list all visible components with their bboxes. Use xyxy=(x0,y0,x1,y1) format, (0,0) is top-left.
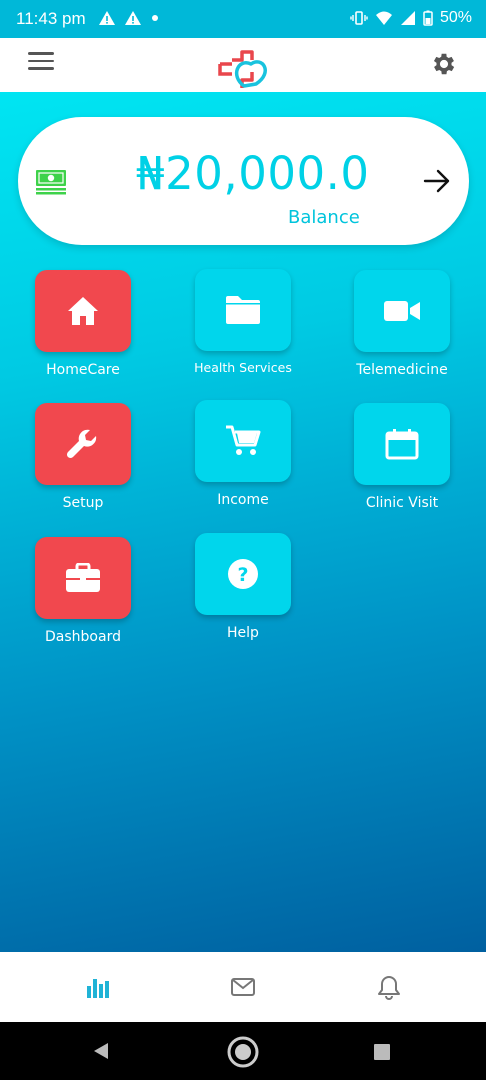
wrench-icon xyxy=(66,429,97,459)
tile-setup[interactable] xyxy=(35,403,131,485)
hamburger-menu-icon[interactable] xyxy=(28,52,54,74)
warning-icon xyxy=(99,11,115,25)
back-icon[interactable] xyxy=(91,1041,111,1061)
notification-icons xyxy=(98,10,160,26)
tile-label-clinic-visit: Clinic Visit xyxy=(365,495,439,511)
signal-icon xyxy=(400,11,415,25)
status-bar: 11:43 pm 50% xyxy=(0,0,486,38)
tile-label-telemedicine: Telemedicine xyxy=(356,362,448,378)
tile-label-setup: Setup xyxy=(62,495,104,511)
bar-chart-icon[interactable] xyxy=(84,974,110,1000)
svg-text:?: ? xyxy=(237,564,248,586)
help-question-icon: ? xyxy=(228,559,258,589)
home-button-icon[interactable] xyxy=(226,1035,260,1069)
gear-icon[interactable] xyxy=(430,50,458,78)
tile-income[interactable] xyxy=(195,400,291,482)
tile-help[interactable]: ? xyxy=(195,533,291,615)
balance-card[interactable]: ₦20,000.0 Balance xyxy=(18,117,469,245)
recents-icon[interactable] xyxy=(373,1043,391,1061)
wifi-icon xyxy=(375,11,392,25)
calendar-icon xyxy=(385,429,419,460)
balance-amount: ₦20,000.0 xyxy=(136,147,370,200)
tile-homecare[interactable] xyxy=(35,270,131,352)
folder-icon xyxy=(226,296,260,324)
heart-cross-logo-icon xyxy=(218,50,267,88)
tile-label-dashboard: Dashboard xyxy=(45,629,121,645)
bell-icon[interactable] xyxy=(376,974,402,1000)
status-time: 11:43 pm xyxy=(16,9,86,28)
dot-icon xyxy=(152,15,158,21)
vibrate-icon xyxy=(350,11,368,25)
balance-label: Balance xyxy=(288,207,360,228)
tile-health-services[interactable] xyxy=(195,269,291,351)
main-content: ₦20,000.0 Balance HomeCare Health Servic… xyxy=(0,92,486,952)
home-icon xyxy=(68,297,98,325)
battery-percent: 50% xyxy=(439,9,472,26)
cart-icon xyxy=(226,425,261,455)
warning-icon xyxy=(125,11,141,25)
tile-dashboard[interactable] xyxy=(35,537,131,619)
battery-icon xyxy=(423,10,433,26)
mail-icon[interactable] xyxy=(230,974,256,1000)
briefcase-icon xyxy=(66,563,100,592)
arrow-right-icon[interactable] xyxy=(423,169,451,193)
money-icon xyxy=(36,170,66,195)
tile-label-help: Help xyxy=(227,625,259,641)
tile-label-income: Income xyxy=(217,492,269,508)
bottom-navigation xyxy=(0,952,486,1022)
tile-clinic-visit[interactable] xyxy=(354,403,450,485)
video-camera-icon xyxy=(384,301,420,321)
tile-label-health-services: Health Services xyxy=(194,360,292,375)
system-status-icons: 50% xyxy=(350,9,472,27)
system-navigation-bar xyxy=(0,1022,486,1080)
tile-telemedicine[interactable] xyxy=(354,270,450,352)
tile-label-homecare: HomeCare xyxy=(46,362,120,378)
